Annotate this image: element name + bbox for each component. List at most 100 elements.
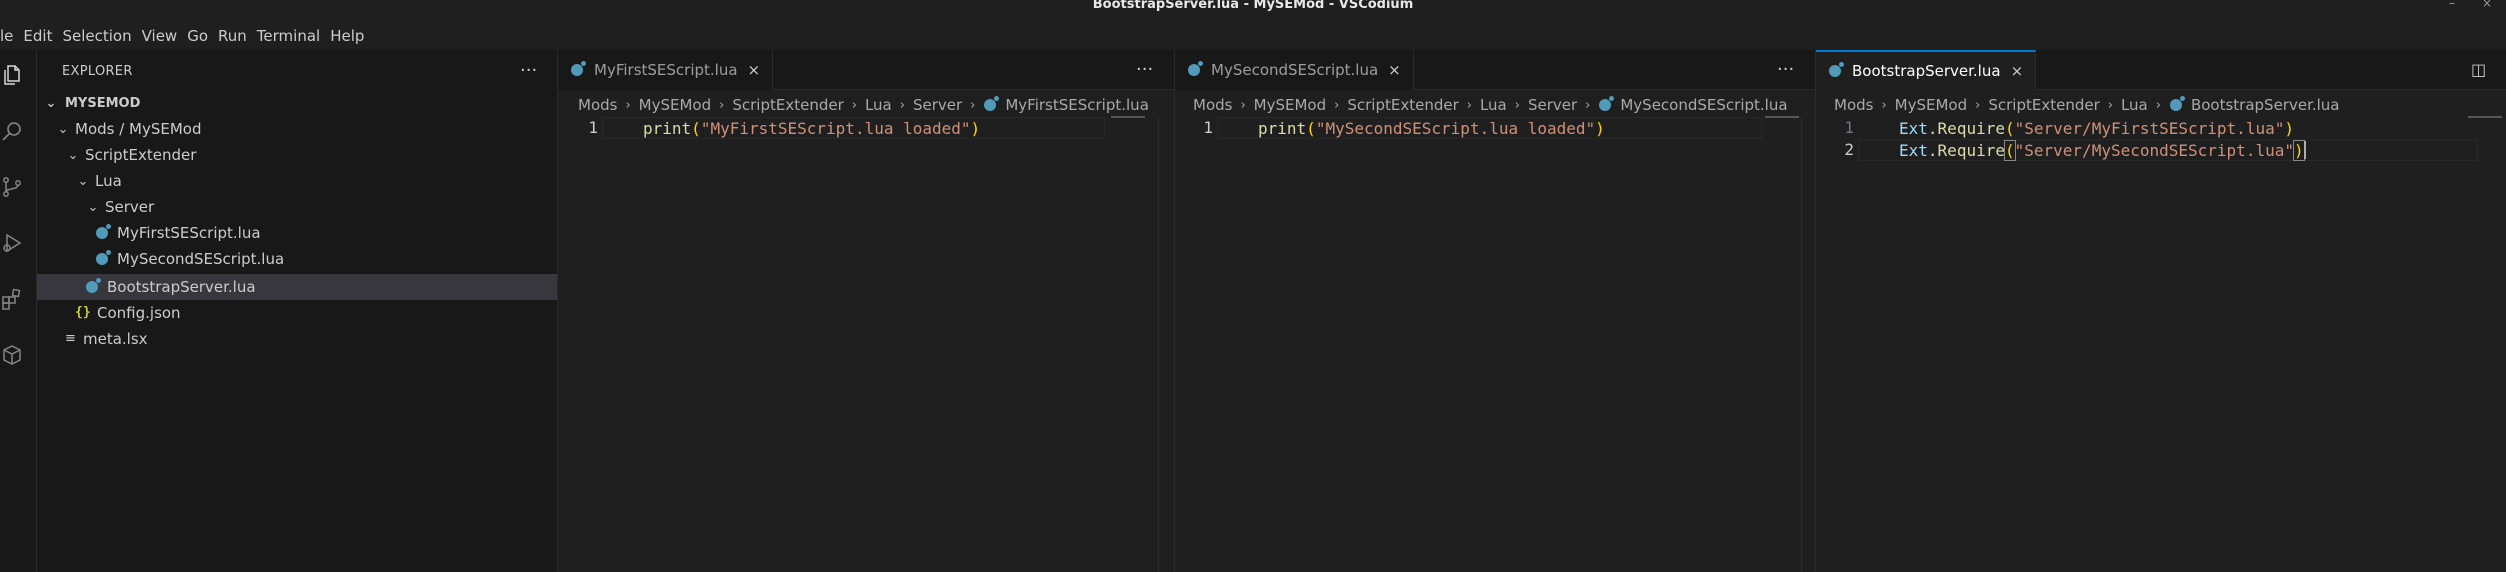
code-token: ( xyxy=(1306,118,1316,138)
lua-file-icon xyxy=(1598,96,1616,113)
window-title: BootstrapServer.lua - MySEMod - VSCodium xyxy=(1092,0,1414,12)
code-token: "Server/MyFirstSEScript.lua" xyxy=(2014,118,2285,138)
packages-icon[interactable] xyxy=(0,340,24,370)
breadcrumb-item[interactable]: Lua xyxy=(1480,96,1507,114)
menu-bar: le Edit Selection View Go Run Terminal H… xyxy=(0,22,2506,50)
lua-file-icon xyxy=(983,96,1001,113)
breadcrumb-item[interactable]: MySEMod xyxy=(1895,96,1967,114)
explorer-title: EXPLORER xyxy=(62,64,133,79)
breadcrumb-file[interactable]: BootstrapServer.lua xyxy=(2169,96,2340,114)
breadcrumb-item[interactable]: ScriptExtender xyxy=(1988,96,2099,114)
code-token: . xyxy=(1927,140,1938,160)
code-token: "Server/MySecondSEScript.lua" xyxy=(2014,140,2294,160)
minimap[interactable] xyxy=(1111,116,1145,118)
breadcrumb-item[interactable]: Mods xyxy=(1834,96,1873,114)
breadcrumb-item[interactable]: ScriptExtender xyxy=(732,96,843,114)
source-control-icon[interactable] xyxy=(0,172,24,202)
split-editor-icon[interactable]: ◫ xyxy=(2471,60,2486,79)
menu-view[interactable]: View xyxy=(137,22,183,50)
files-icon[interactable] xyxy=(0,60,24,90)
minimap[interactable] xyxy=(2468,116,2502,118)
breadcrumb-item[interactable]: Mods xyxy=(1193,96,1232,114)
tree-file-myfirstsescript[interactable]: MyFirstSEScript.lua xyxy=(37,220,557,246)
menu-selection[interactable]: Selection xyxy=(57,22,136,50)
breadcrumb-item[interactable]: Mods xyxy=(578,96,617,114)
editor-group-1: MyFirstSEScript.lua × ··· Mods › MySEMod ›… xyxy=(558,50,1175,572)
breadcrumb-file[interactable]: MyFirstSEScript.lua xyxy=(983,96,1149,114)
scrollbar[interactable] xyxy=(1158,117,1172,572)
chevron-right-icon: › xyxy=(719,97,725,113)
code-token: ) xyxy=(1595,118,1605,138)
menu-terminal[interactable]: Terminal xyxy=(252,22,325,50)
tree-folder-mods[interactable]: ⌄ Mods / MySEMod xyxy=(37,116,557,142)
code-line[interactable]: print("MyFirstSEScript.lua loaded") xyxy=(643,117,980,139)
chevron-right-icon: › xyxy=(1334,97,1340,113)
tab-myfirstsescript[interactable]: MyFirstSEScript.lua × xyxy=(558,50,774,90)
code-token: . xyxy=(1927,118,1938,138)
minimap[interactable] xyxy=(1765,116,1799,118)
run-debug-icon[interactable] xyxy=(0,228,24,258)
menu-run[interactable]: Run xyxy=(213,22,252,50)
breadcrumb-item[interactable]: Server xyxy=(913,96,962,114)
breadcrumb-file[interactable]: MySecondSEScript.lua xyxy=(1598,96,1788,114)
tab-label: MyFirstSEScript.lua xyxy=(594,61,738,79)
editor-more-button[interactable]: ··· xyxy=(1136,59,1153,80)
menu-help[interactable]: Help xyxy=(325,22,369,50)
search-icon[interactable] xyxy=(0,116,24,146)
breadcrumb-item[interactable]: MySEMod xyxy=(1254,96,1326,114)
activity-bar xyxy=(0,50,37,572)
scrollbar[interactable] xyxy=(1801,117,1815,572)
code-token: print xyxy=(643,118,692,138)
lua-file-icon xyxy=(570,61,588,78)
code-line[interactable]: print("MySecondSEScript.lua loaded") xyxy=(1258,117,1605,139)
tree-item-label: Server xyxy=(105,198,155,216)
editor-group-3: BootstrapServer.lua × ◫ Mods › MySEMod › S… xyxy=(1816,50,2506,572)
code-token: "MyFirstSEScript.lua loaded" xyxy=(700,118,971,138)
breadcrumb-file-label: MyFirstSEScript.lua xyxy=(1005,96,1149,114)
code-line[interactable]: Ext. Require("Server/MySecondSEScript.lua… xyxy=(1899,139,2306,161)
chevron-right-icon: › xyxy=(1975,97,1981,113)
tree-file-config-json[interactable]: {} Config.json xyxy=(37,300,557,326)
close-icon[interactable]: × xyxy=(748,61,761,79)
lua-file-icon xyxy=(1187,61,1205,78)
tree-folder-scriptextender[interactable]: ⌄ ScriptExtender xyxy=(37,142,557,168)
tree-folder-server[interactable]: ⌄ Server xyxy=(37,194,557,220)
close-icon[interactable]: × xyxy=(2011,62,2024,80)
menu-go[interactable]: Go xyxy=(182,22,213,50)
code-token: print xyxy=(1258,118,1307,138)
code-token: "MySecondSEScript.lua loaded" xyxy=(1315,118,1596,138)
code-line[interactable]: Ext. Require("Server/MyFirstSEScript.lua"… xyxy=(1899,117,2294,139)
breadcrumb-item[interactable]: Lua xyxy=(2121,96,2148,114)
extensions-icon[interactable] xyxy=(0,284,24,314)
close-icon[interactable]: × xyxy=(1388,61,1401,79)
code-token: ) xyxy=(970,118,981,138)
explorer-more-button[interactable]: ··· xyxy=(520,60,537,81)
breadcrumb-item[interactable]: MySEMod xyxy=(639,96,711,114)
tree-file-bootstrapserver[interactable]: BootstrapServer.lua xyxy=(37,274,557,300)
breadcrumb-file-label: MySecondSEScript.lua xyxy=(1620,96,1788,114)
close-window-button[interactable]: × xyxy=(2476,0,2498,10)
tree-item-label: Lua xyxy=(95,172,122,190)
editor-more-button[interactable]: ··· xyxy=(1777,59,1794,80)
chevron-right-icon: › xyxy=(2107,97,2113,113)
minimize-button[interactable]: – xyxy=(2441,0,2463,10)
tab-bootstrapserver[interactable]: BootstrapServer.lua × xyxy=(1816,50,2037,90)
tab-label: BootstrapServer.lua xyxy=(1852,62,2001,80)
breadcrumb: Mods › MySEMod › ScriptExtender › Lua › Boot… xyxy=(1834,94,2340,116)
menu-edit[interactable]: Edit xyxy=(18,22,57,50)
breadcrumb-item[interactable]: ScriptExtender xyxy=(1347,96,1458,114)
tree-folder-lua[interactable]: ⌄ Lua xyxy=(37,168,557,194)
lua-file-icon xyxy=(2169,96,2187,113)
tree-item-label: Config.json xyxy=(97,304,181,322)
breadcrumb-item[interactable]: Lua xyxy=(865,96,892,114)
code-token: ( xyxy=(2004,118,2015,138)
tree-file-meta-lsx[interactable]: ≡ meta.lsx xyxy=(37,326,557,352)
matched-bracket: ( xyxy=(2004,139,2016,161)
tab-bar: MyFirstSEScript.lua × ··· xyxy=(558,50,1174,90)
menu-file[interactable]: le xyxy=(0,22,18,50)
tab-mysecondsescript[interactable]: MySecondSEScript.lua × xyxy=(1175,50,1414,90)
tab-bar: BootstrapServer.lua × ◫ xyxy=(1816,50,2506,90)
workspace-section[interactable]: ⌄ MYSEMOD xyxy=(37,90,557,116)
breadcrumb-item[interactable]: Server xyxy=(1528,96,1577,114)
tree-file-mysecondsescript[interactable]: MySecondSEScript.lua xyxy=(37,246,557,272)
